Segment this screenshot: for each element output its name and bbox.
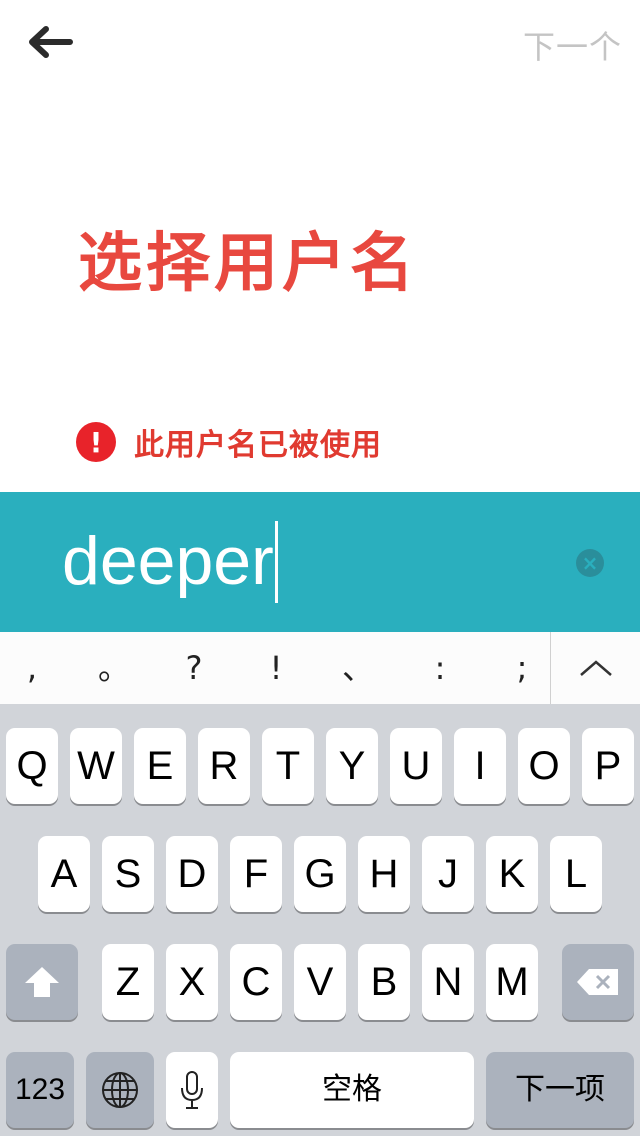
punct-key[interactable]: , [0,632,72,704]
key-s[interactable]: S [102,836,154,912]
clear-icon[interactable]: × [576,549,604,577]
next-key[interactable]: 下一项 [486,1052,634,1128]
error-icon: ! [76,422,116,462]
username-input[interactable]: deeper [62,516,278,607]
punctuation-bar: , 。 ? ! 、 : ; [0,632,640,705]
next-button[interactable]: 下一个 [523,22,622,68]
error-message: ! 此用户名已被使用 [76,422,382,463]
key-d[interactable]: D [166,836,218,912]
punct-key[interactable]: ! [236,632,316,704]
space-key[interactable]: 空格 [230,1052,474,1128]
globe-icon [102,1072,138,1108]
key-b[interactable]: B [358,944,410,1020]
key-r[interactable]: R [198,728,250,804]
key-x[interactable]: X [166,944,218,1020]
text-caret [274,521,278,604]
key-p[interactable]: P [582,728,634,804]
key-z[interactable]: Z [102,944,154,1020]
username-input-bar[interactable]: deeper × [0,492,640,632]
backspace-key[interactable] [562,944,634,1020]
key-n[interactable]: N [422,944,474,1020]
punct-key[interactable]: 。 [74,632,154,704]
key-e[interactable]: E [134,728,186,804]
shift-key[interactable] [6,944,78,1020]
key-h[interactable]: H [358,836,410,912]
key-f[interactable]: F [230,836,282,912]
key-y[interactable]: Y [326,728,378,804]
error-text: 此用户名已被使用 [134,428,382,463]
punct-key[interactable]: ? [154,632,234,704]
microphone-icon [181,1071,203,1109]
key-g[interactable]: G [294,836,346,912]
page-title: 选择用户名 [78,227,418,301]
shift-icon [25,967,59,997]
key-o[interactable]: O [518,728,570,804]
punct-key[interactable]: 、 [318,632,398,704]
key-l[interactable]: L [550,836,602,912]
key-c[interactable]: C [230,944,282,1020]
key-q[interactable]: Q [6,728,58,804]
key-w[interactable]: W [70,728,122,804]
key-t[interactable]: T [262,728,314,804]
chevron-up-icon [579,660,612,676]
key-a[interactable]: A [38,836,90,912]
back-arrow-icon [29,26,73,58]
back-button[interactable] [26,20,82,64]
punct-key[interactable]: : [400,632,480,704]
username-input-value: deeper [62,523,274,599]
backspace-icon [577,969,618,995]
key-u[interactable]: U [390,728,442,804]
key-v[interactable]: V [294,944,346,1020]
microphone-key[interactable] [166,1052,218,1128]
keyboard: Q W E R T Y U I O P A S D F G H J K L Z … [0,704,640,1136]
key-i[interactable]: I [454,728,506,804]
globe-key[interactable] [86,1052,154,1128]
key-j[interactable]: J [422,836,474,912]
collapse-keyboard-button[interactable] [551,632,640,704]
numbers-key[interactable]: 123 [6,1052,74,1128]
key-m[interactable]: M [486,944,538,1020]
key-k[interactable]: K [486,836,538,912]
